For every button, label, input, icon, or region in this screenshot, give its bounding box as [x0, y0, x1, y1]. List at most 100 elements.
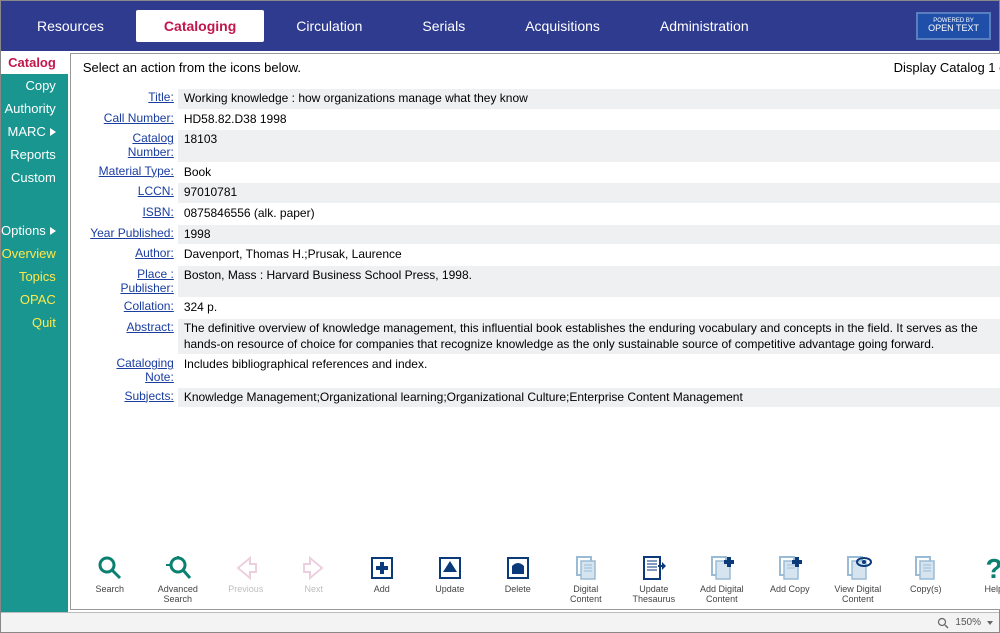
field-value: Includes bibliographical references and …	[178, 355, 1000, 387]
search-icon	[95, 553, 125, 583]
field-row: Abstract:The definitive overview of know…	[83, 319, 1000, 354]
add-icon	[367, 553, 397, 583]
tool-label: Advanced Search	[151, 585, 205, 605]
tool-delete[interactable]: Delete	[491, 553, 545, 605]
digital-icon	[571, 553, 601, 583]
field-label[interactable]: Subjects:	[83, 388, 178, 408]
topnav-acquisitions[interactable]: Acquisitions	[497, 10, 628, 42]
field-label[interactable]: Place : Publisher:	[83, 266, 178, 298]
sidebar-label: MARC	[8, 124, 46, 139]
thesaurus-icon	[639, 553, 669, 583]
field-label[interactable]: Material Type:	[83, 163, 178, 183]
field-row: Call Number:HD58.82.D38 1998	[83, 110, 1000, 130]
sidebar-label: OPAC	[20, 292, 56, 307]
tool-label: View Digital Content	[831, 585, 885, 605]
sidebar-label: Topics	[19, 269, 56, 284]
tool-label: Search	[96, 585, 125, 595]
field-label[interactable]: Year Published:	[83, 225, 178, 245]
tool-update[interactable]: Update	[423, 553, 477, 605]
sidebar-item-opac[interactable]: OPAC	[1, 288, 68, 311]
tool-next: Next	[287, 553, 341, 605]
zoom-dropdown-icon[interactable]	[987, 621, 993, 625]
field-label[interactable]: Cataloging Note:	[83, 355, 178, 387]
field-value: 18103	[178, 130, 1000, 162]
topnav-cataloging[interactable]: Cataloging	[136, 10, 264, 42]
field-row: Cataloging Note:Includes bibliographical…	[83, 355, 1000, 387]
zoom-icon[interactable]	[937, 617, 949, 629]
field-row: Title:Working knowledge : how organizati…	[83, 89, 1000, 109]
tool-label: Update	[435, 585, 464, 595]
field-value: 97010781	[178, 183, 1000, 203]
field-label[interactable]: Catalog Number:	[83, 130, 178, 162]
sidebar-item-reports[interactable]: Reports	[1, 143, 68, 166]
field-label[interactable]: LCCN:	[83, 183, 178, 203]
field-label[interactable]: Title:	[83, 89, 178, 109]
field-value: Working knowledge : how organizations ma…	[178, 89, 1000, 109]
add-copy-icon	[775, 553, 805, 583]
field-row: Year Published:1998	[83, 225, 1000, 245]
tool-label: Add Digital Content	[695, 585, 749, 605]
sidebar-item-catalog[interactable]: Catalog	[1, 51, 68, 74]
field-value: The definitive overview of knowledge man…	[178, 319, 1000, 354]
sidebar-item-custom[interactable]: Custom	[1, 166, 68, 189]
sidebar-item-quit[interactable]: Quit	[1, 311, 68, 334]
copies-icon	[911, 553, 941, 583]
sidebar-label: Catalog	[8, 55, 56, 70]
tool-add-digital[interactable]: Add Digital Content	[695, 553, 749, 605]
field-label[interactable]: Call Number:	[83, 110, 178, 130]
field-label[interactable]: Author:	[83, 245, 178, 265]
top-nav: ResourcesCatalogingCirculationSerialsAcq…	[1, 1, 999, 51]
tool-label: Next	[305, 585, 324, 595]
sidebar-label: Authority	[5, 101, 56, 116]
sidebar-item-topics[interactable]: Topics	[1, 265, 68, 288]
tool-label: Help	[985, 585, 1000, 595]
field-label[interactable]: Abstract:	[83, 319, 178, 354]
topnav-administration[interactable]: Administration	[632, 10, 777, 42]
zoom-level[interactable]: 150%	[955, 617, 981, 628]
tool-label: Update Thesaurus	[627, 585, 681, 605]
topnav-resources[interactable]: Resources	[9, 10, 132, 42]
tool-view-digital[interactable]: View Digital Content	[831, 553, 885, 605]
topnav-serials[interactable]: Serials	[394, 10, 493, 42]
adv-search-icon	[163, 553, 193, 583]
tool-adv-search[interactable]: Advanced Search	[151, 553, 205, 605]
field-value: 1998	[178, 225, 1000, 245]
tool-thesaurus[interactable]: Update Thesaurus	[627, 553, 681, 605]
main-panel: Select an action from the icons below. D…	[70, 53, 1000, 610]
sidebar-label: Quit	[32, 315, 56, 330]
sidebar-label: Copy	[25, 78, 55, 93]
sidebar-item-overview[interactable]: Overview	[1, 242, 68, 265]
tool-label: Digital Content	[559, 585, 613, 605]
field-value: 324 p.	[178, 298, 1000, 318]
tool-digital[interactable]: Digital Content	[559, 553, 613, 605]
tool-help[interactable]: ? Help	[967, 553, 1000, 605]
field-value: Davenport, Thomas H.;Prusak, Laurence	[178, 245, 1000, 265]
sidebar-item-options[interactable]: Options	[1, 219, 68, 242]
field-value: 0875846556 (alk. paper)	[178, 204, 1000, 224]
tool-add[interactable]: Add	[355, 553, 409, 605]
field-row: Collation:324 p.	[83, 298, 1000, 318]
sidebar-label: Options	[1, 223, 46, 238]
sidebar-item-copy[interactable]: Copy	[1, 74, 68, 97]
field-value: Knowledge Management;Organizational lear…	[178, 388, 1000, 408]
field-label[interactable]: ISBN:	[83, 204, 178, 224]
field-row: Subjects:Knowledge Management;Organizati…	[83, 388, 1000, 408]
add-digital-icon	[707, 553, 737, 583]
field-value: Book	[178, 163, 1000, 183]
tool-copies[interactable]: Copy(s)	[899, 553, 953, 605]
record-counter: Display Catalog 1 of 1	[894, 60, 1000, 75]
field-row: Material Type:Book	[83, 163, 1000, 183]
tool-label: Delete	[505, 585, 531, 595]
topnav-circulation[interactable]: Circulation	[268, 10, 390, 42]
sidebar-item-authority[interactable]: Authority	[1, 97, 68, 120]
tool-search[interactable]: Search	[83, 553, 137, 605]
tool-add-copy[interactable]: Add Copy	[763, 553, 817, 605]
sidebar-item-marc[interactable]: MARC	[1, 120, 68, 143]
field-row: Place : Publisher:Boston, Mass : Harvard…	[83, 266, 1000, 298]
svg-text:?: ?	[985, 554, 1000, 582]
opentext-logo: POWERED BYOPEN TEXT	[916, 12, 991, 40]
field-label[interactable]: Collation:	[83, 298, 178, 318]
action-prompt: Select an action from the icons below.	[83, 60, 301, 75]
view-digital-icon	[843, 553, 873, 583]
field-row: LCCN:97010781	[83, 183, 1000, 203]
